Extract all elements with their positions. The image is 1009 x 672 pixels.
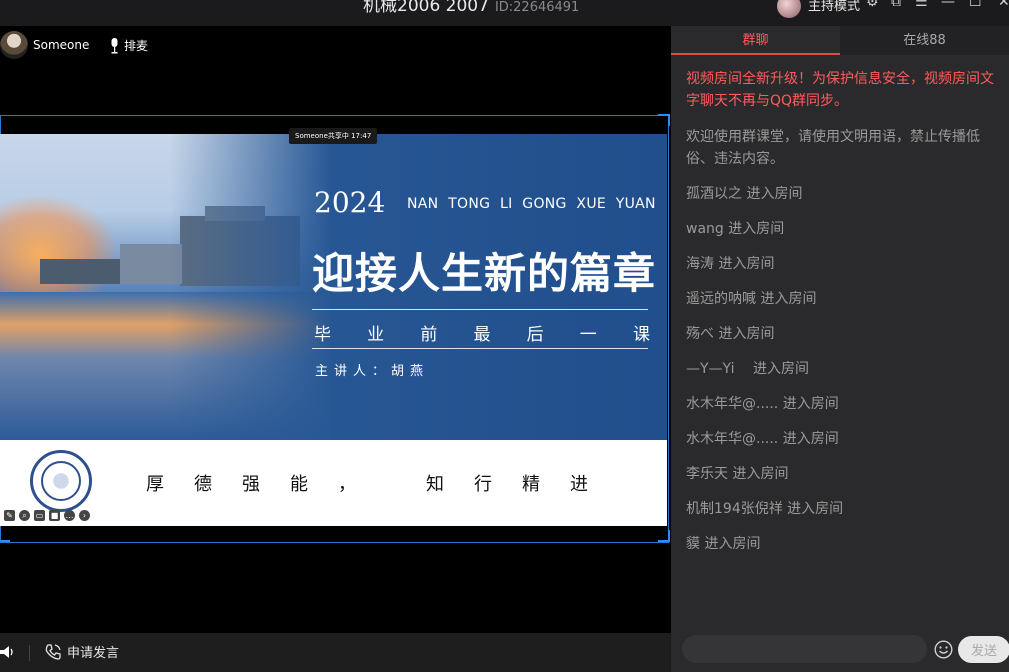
motto-char: ， [338,474,356,495]
bottom-bar: 申请发言 [0,633,671,672]
welcome-message: 欢迎使用群课堂，请使用文明用语，禁止传播低俗、违法内容。 [686,129,980,167]
sharing-status-tag: Someone共享中 17:47 [289,128,378,144]
frame-corner[interactable] [0,530,10,542]
mic-queue-label: 排麦 [124,39,149,53]
motto-char: 能 [290,474,308,495]
maximize-icon[interactable]: ☐ [969,0,982,9]
minimize-icon[interactable]: — [941,0,955,9]
list-item: 水木年华@..... 进入房间 [686,396,839,412]
toolbar-divider [29,645,30,661]
system-notice: 视频房间全新升级！为保护信息安全，视频房间文字聊天不再与QQ群同步。 [686,71,994,109]
zoom-icon[interactable]: ⌕ [19,510,30,521]
presenter-avatar[interactable] [0,31,28,59]
presenter-name: Someone [33,38,90,52]
pen-icon[interactable]: ✎ [4,510,15,521]
slide-footer: 厚 德 强 能 ， 知 行 精 进 ✎ ⌕ ▭ ■ … › [0,440,667,526]
room-id: ID:22646491 [494,0,580,15]
campus-photo [0,134,330,440]
slide-lecturer: 主讲人：胡燕 [315,364,430,379]
list-item: 机制194张倪祥 进入房间 [686,501,844,517]
video-area: Someone 排麦 2024 NAN TONG LI GONG XUE YUA… [0,26,671,633]
room-name: 机械2006 2007 [363,0,489,16]
motto-char: 厚 [146,474,164,495]
slide-banner: 2024 NAN TONG LI GONG XUE YUAN 迎接人生新的篇章 … [0,134,667,440]
speaker-icon[interactable] [0,645,14,659]
list-item: 海涛 进入房间 [686,256,775,272]
slide-motto: 厚 德 强 能 ， 知 行 精 进 [146,470,588,496]
menu-icon[interactable]: ☰ [915,0,928,9]
list-item: 李乐天 进入房间 [686,466,789,482]
window-title: 机械2006 2007 ID:22646491 [363,0,579,16]
subtitle-char: 后 [526,325,544,345]
phone-icon [45,643,61,660]
chat-input[interactable] [682,635,927,663]
motto-char: 德 [194,474,212,495]
title-bar: 机械2006 2007 ID:22646491 主持模式 ⚙ ⧉ ☰ — ☐ ✕ [0,0,1009,26]
list-item: wang 进入房间 [686,221,785,237]
next-icon[interactable]: › [79,510,90,521]
subtitle-char: 一 [579,325,597,345]
host-mode-button[interactable]: 主持模式 [808,0,860,14]
list-item: 殇べ 进入房间 [686,326,775,342]
slide-school-name: NAN TONG LI GONG XUE YUAN [407,196,656,212]
chat-tabs: 群聊 在线88 [671,26,1009,55]
send-button[interactable]: 发送 [958,636,1009,663]
list-item: 孤酒以之 进入房间 [686,186,803,202]
list-item: —Y—Yi 进入房间 [686,361,809,377]
motto-char: 知 [426,474,444,495]
more-icon[interactable]: … [64,510,75,521]
subtitle-char: 课 [632,325,650,345]
frame-corner[interactable] [658,114,670,126]
apply-speak-button[interactable]: 申请发言 [45,642,119,661]
close-icon[interactable]: ✕ [998,0,1009,9]
mic-queue-button[interactable]: 排麦 [110,37,148,54]
shared-slide: 2024 NAN TONG LI GONG XUE YUAN 迎接人生新的篇章 … [0,134,667,526]
subtitle-char: 最 [473,325,491,345]
list-item: 遥远的呐喊 进入房间 [686,291,817,307]
slide-subtitle: 毕 业 前 最 后 一 课 [314,320,650,345]
presenter-info[interactable]: Someone [0,30,89,60]
camera-icon[interactable]: ■ [49,510,60,521]
slide-divider [312,309,648,310]
chat-input-row: 发送 [671,628,1009,672]
popout-icon[interactable]: ⧉ [891,0,901,9]
annotation-toolbar: ✎ ⌕ ▭ ■ … › [4,510,90,521]
chat-messages: 视频房间全新升级！为保护信息安全，视频房间文字聊天不再与QQ群同步。 欢迎使用群… [686,68,1004,555]
settings-icon[interactable]: ⚙ [866,0,879,9]
frame-corner[interactable] [658,530,670,542]
slide-headline: 迎接人生新的篇章 [312,249,657,298]
list-item: 水木年华@..... 进入房间 [686,431,839,447]
university-emblem-icon [30,450,92,512]
subtitle-char: 业 [367,325,385,345]
motto-char: 强 [242,474,260,495]
host-avatar[interactable] [777,0,801,18]
motto-char: 进 [570,474,588,495]
motto-char: 精 [522,474,540,495]
chat-panel: 群聊 在线88 视频房间全新升级！为保护信息安全，视频房间文字聊天不再与QQ群同… [671,26,1009,672]
slide-year: 2024 [314,186,386,219]
emoji-icon[interactable] [934,640,953,659]
apply-speak-label: 申请发言 [67,646,120,661]
slide-divider [312,348,648,349]
subtitle-char: 前 [420,325,438,345]
subtitle-char: 毕 [314,325,331,345]
caption-icon[interactable]: ▭ [34,510,45,521]
list-item: 貘 进入房间 [686,536,761,552]
microphone-icon [111,37,118,53]
motto-char: 行 [474,474,492,495]
tab-online-members[interactable]: 在线88 [840,26,1009,55]
tab-group-chat[interactable]: 群聊 [671,26,840,55]
